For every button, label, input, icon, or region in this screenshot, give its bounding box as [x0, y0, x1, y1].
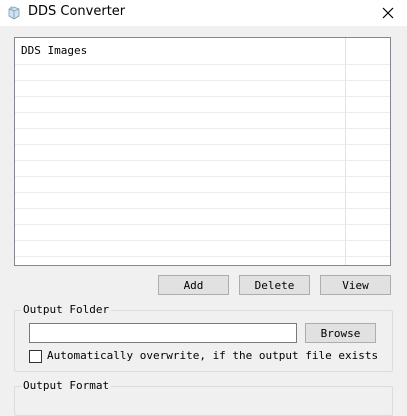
output-folder-input[interactable] — [29, 323, 297, 343]
row-divider — [15, 256, 390, 257]
row-divider — [15, 176, 390, 177]
close-icon — [382, 7, 394, 19]
browse-button[interactable]: Browse — [305, 323, 376, 343]
row-divider — [15, 64, 390, 65]
row-divider — [15, 128, 390, 129]
app-icon — [6, 5, 22, 21]
column-header-dds-images[interactable]: DDS Images — [15, 38, 345, 64]
close-button[interactable] — [369, 0, 407, 26]
row-divider — [15, 96, 390, 97]
window-title: DDS Converter — [28, 4, 126, 19]
output-format-group: Output Format — [14, 379, 393, 416]
row-divider — [15, 240, 390, 241]
row-divider — [15, 160, 390, 161]
title-bar: DDS Converter — [0, 0, 407, 26]
delete-button[interactable]: Delete — [239, 275, 310, 295]
output-folder-label: Output Folder — [21, 303, 112, 316]
row-divider — [15, 208, 390, 209]
overwrite-checkbox-label[interactable]: Automatically overwrite, if the output f… — [47, 349, 378, 362]
column-divider — [345, 38, 346, 265]
row-divider — [15, 144, 390, 145]
row-divider — [15, 80, 390, 81]
dds-images-list[interactable]: DDS Images — [14, 37, 391, 266]
row-divider — [15, 224, 390, 225]
row-divider — [15, 112, 390, 113]
add-button[interactable]: Add — [158, 275, 229, 295]
row-divider — [15, 192, 390, 193]
view-button[interactable]: View — [320, 275, 391, 295]
output-format-label: Output Format — [21, 379, 112, 392]
overwrite-checkbox[interactable] — [29, 350, 42, 363]
